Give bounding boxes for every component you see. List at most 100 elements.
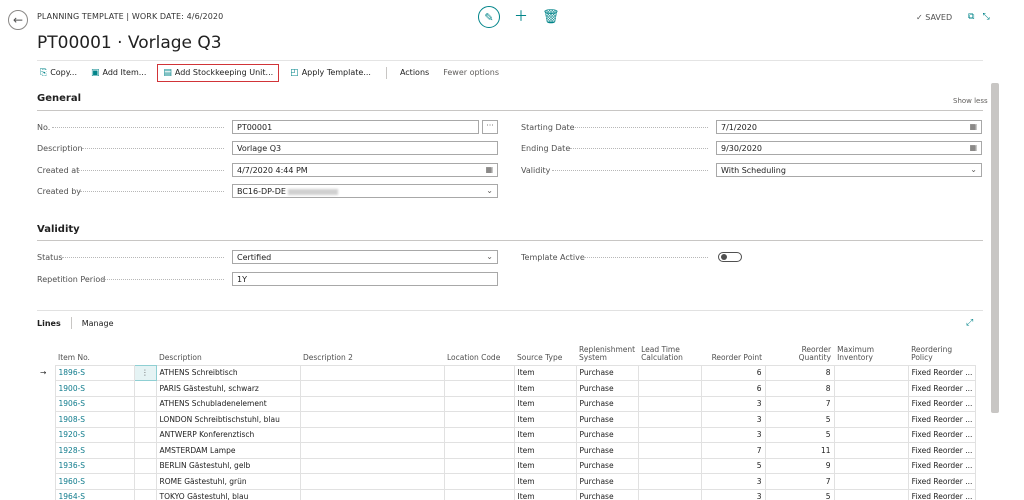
ending-date-field[interactable]: 9/30/2020 ▦: [716, 141, 982, 155]
max-inventory-cell[interactable]: [833, 457, 909, 474]
pencil-icon[interactable]: ✎: [478, 6, 500, 28]
reorder-quantity-cell[interactable]: 5: [764, 411, 835, 428]
reordering-policy-cell[interactable]: Fixed Reorder ...: [907, 395, 977, 412]
column-header-reorder-point[interactable]: Reorder Point: [701, 343, 765, 365]
description-cell[interactable]: PARIS Gästestuhl, schwarz: [155, 380, 301, 397]
reordering-policy-cell[interactable]: Fixed Reorder ...: [907, 442, 977, 459]
location-code-cell[interactable]: [443, 442, 515, 459]
reorder-quantity-cell[interactable]: 8: [764, 380, 835, 397]
reorder-quantity-cell[interactable]: 9: [764, 457, 835, 474]
description-cell[interactable]: BERLIN Gästestuhl, gelb: [155, 457, 301, 474]
description-cell[interactable]: ANTWERP Konferenztisch: [155, 426, 301, 443]
description-cell[interactable]: LONDON Schreibtischstuhl, blau: [155, 411, 301, 428]
column-header-location-code[interactable]: Location Code: [444, 343, 514, 365]
validity-section-title[interactable]: Validity: [37, 224, 80, 235]
plus-icon[interactable]: ＋: [514, 6, 528, 28]
lead-time-cell[interactable]: [637, 442, 702, 459]
trash-icon[interactable]: 🗑: [542, 6, 560, 28]
source-type-cell[interactable]: Item: [513, 380, 577, 397]
reorder-quantity-cell[interactable]: 5: [764, 488, 835, 500]
add-item-button[interactable]: ▣ Add Item...: [88, 64, 149, 82]
lead-time-cell[interactable]: [637, 426, 702, 443]
source-type-cell[interactable]: Item: [513, 426, 577, 443]
reordering-policy-cell[interactable]: Fixed Reorder ...: [907, 488, 977, 500]
chevron-down-icon[interactable]: ⌄: [970, 165, 977, 174]
column-header-lead-time[interactable]: Lead Time Calculation: [638, 343, 701, 365]
reordering-policy-cell[interactable]: Fixed Reorder ...: [907, 411, 977, 428]
max-inventory-cell[interactable]: [833, 488, 909, 500]
location-code-cell[interactable]: [443, 411, 515, 428]
lead-time-cell[interactable]: [637, 457, 702, 474]
expand-icon[interactable]: ⤢: [966, 318, 973, 328]
lead-time-cell[interactable]: [637, 395, 702, 412]
row-menu-icon[interactable]: ⋮: [133, 364, 157, 381]
calendar-icon[interactable]: ▦: [969, 143, 977, 152]
item-no-cell[interactable]: 1900-S: [54, 380, 135, 397]
location-code-cell[interactable]: [443, 364, 515, 381]
item-no-cell[interactable]: 1896-S: [54, 364, 135, 381]
column-header-description[interactable]: Description: [156, 343, 300, 365]
fewer-options-link[interactable]: Fewer options: [440, 64, 502, 82]
description-cell[interactable]: AMSTERDAM Lampe: [155, 442, 301, 459]
row-menu-cell[interactable]: [133, 395, 157, 412]
item-no-cell[interactable]: 1906-S: [54, 395, 135, 412]
description2-cell[interactable]: [299, 488, 445, 500]
reorder-quantity-cell[interactable]: 7: [764, 395, 835, 412]
reorder-quantity-cell[interactable]: 11: [764, 442, 835, 459]
lead-time-cell[interactable]: [637, 473, 702, 490]
description-field[interactable]: Vorlage Q3: [232, 141, 498, 155]
calendar-icon[interactable]: ▦: [485, 165, 493, 174]
replenishment-cell[interactable]: Purchase: [575, 457, 639, 474]
tab-lines[interactable]: Lines: [37, 319, 61, 328]
created-at-field[interactable]: 4/7/2020 4:44 PM ▦: [232, 163, 498, 177]
reorder-point-cell[interactable]: 6: [700, 380, 766, 397]
column-header-reorder-quantity[interactable]: Reorder Quantity: [765, 343, 834, 365]
created-by-field[interactable]: BC16-DP-DE ⌄: [232, 184, 498, 198]
reorder-point-cell[interactable]: 3: [700, 395, 766, 412]
reordering-policy-cell[interactable]: Fixed Reorder ...: [907, 473, 977, 490]
row-menu-cell[interactable]: [133, 442, 157, 459]
description2-cell[interactable]: [299, 380, 445, 397]
location-code-cell[interactable]: [443, 395, 515, 412]
description-cell[interactable]: ROME Gästestuhl, grün: [155, 473, 301, 490]
starting-date-field[interactable]: 7/1/2020 ▦: [716, 120, 982, 134]
row-menu-cell[interactable]: [133, 457, 157, 474]
tab-manage[interactable]: Manage: [82, 319, 114, 328]
back-arrow-icon[interactable]: ←: [8, 10, 28, 30]
open-new-window-icon[interactable]: ⧉: [968, 12, 974, 22]
source-type-cell[interactable]: Item: [513, 364, 577, 381]
replenishment-cell[interactable]: Purchase: [575, 364, 639, 381]
table-row[interactable]: 1936-S BERLIN Gästestuhl, gelb Item Purc…: [37, 457, 977, 474]
row-menu-cell[interactable]: [133, 411, 157, 428]
max-inventory-cell[interactable]: [833, 380, 909, 397]
column-header-reordering-policy[interactable]: Reordering Policy: [908, 343, 976, 365]
replenishment-cell[interactable]: Purchase: [575, 426, 639, 443]
table-row[interactable]: 1920-S ANTWERP Konferenztisch Item Purch…: [37, 426, 977, 443]
reorder-point-cell[interactable]: 3: [700, 411, 766, 428]
item-no-cell[interactable]: 1928-S: [54, 442, 135, 459]
table-row[interactable]: 1960-S ROME Gästestuhl, grün Item Purcha…: [37, 473, 977, 490]
row-menu-cell[interactable]: [133, 488, 157, 500]
actions-menu[interactable]: Actions: [397, 64, 432, 82]
description2-cell[interactable]: [299, 364, 445, 381]
reorder-point-cell[interactable]: 3: [700, 426, 766, 443]
reorder-quantity-cell[interactable]: 5: [764, 426, 835, 443]
location-code-cell[interactable]: [443, 457, 515, 474]
max-inventory-cell[interactable]: [833, 364, 909, 381]
source-type-cell[interactable]: Item: [513, 395, 577, 412]
row-menu-cell[interactable]: [133, 473, 157, 490]
description2-cell[interactable]: [299, 395, 445, 412]
row-menu-cell[interactable]: [133, 426, 157, 443]
row-menu-cell[interactable]: [133, 380, 157, 397]
location-code-cell[interactable]: [443, 426, 515, 443]
item-no-cell[interactable]: 1960-S: [54, 473, 135, 490]
source-type-cell[interactable]: Item: [513, 411, 577, 428]
validity-select[interactable]: With Scheduling ⌄: [716, 163, 982, 177]
status-select[interactable]: Certified ⌄: [232, 250, 498, 264]
reorder-point-cell[interactable]: 3: [700, 488, 766, 500]
replenishment-cell[interactable]: Purchase: [575, 380, 639, 397]
table-row[interactable]: 1906-S ATHENS Schubladenelement Item Pur…: [37, 395, 977, 412]
reordering-policy-cell[interactable]: Fixed Reorder ...: [907, 426, 977, 443]
item-no-cell[interactable]: 1920-S: [54, 426, 135, 443]
source-type-cell[interactable]: Item: [513, 457, 577, 474]
